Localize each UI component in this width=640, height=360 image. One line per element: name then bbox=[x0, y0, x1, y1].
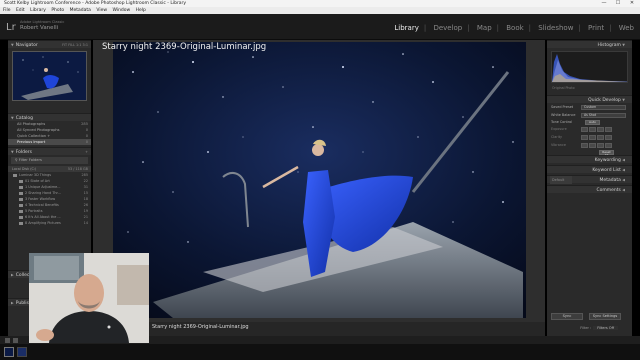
reset-all-button[interactable]: Reset All bbox=[599, 149, 614, 157]
filter-control[interactable]: Filter : Filters Off bbox=[580, 326, 618, 330]
clarity-row: Clarity bbox=[547, 133, 632, 141]
module-book[interactable]: Book bbox=[506, 24, 523, 32]
exposure-stepper[interactable] bbox=[581, 126, 626, 132]
quick-develop-header[interactable]: Quick Develop ▼ bbox=[547, 95, 632, 103]
saved-preset-select[interactable]: Custom bbox=[581, 104, 626, 110]
main-photo[interactable] bbox=[113, 42, 526, 318]
filter-folders-field[interactable]: ⚲ Filter Folders bbox=[11, 157, 88, 164]
menu-help[interactable]: Help bbox=[136, 8, 146, 13]
presenter-video-image bbox=[29, 253, 149, 343]
expand-triangle-icon: ▶ bbox=[11, 301, 14, 305]
navigator-header[interactable]: ▼ Navigator FIT FILL 1:1 3:1 bbox=[8, 40, 91, 48]
loupe-view-icon[interactable] bbox=[13, 337, 18, 343]
menu-view[interactable]: View bbox=[96, 8, 107, 13]
menu-file[interactable]: File bbox=[3, 8, 11, 13]
histogram-header[interactable]: Histogram ▼ bbox=[547, 40, 632, 48]
module-library[interactable]: Library bbox=[394, 24, 418, 32]
sync-button[interactable]: Sync bbox=[551, 313, 583, 320]
menu-window[interactable]: Window bbox=[112, 8, 130, 13]
module-develop[interactable]: Develop bbox=[433, 24, 462, 32]
navigator-thumbnail-image bbox=[13, 52, 86, 100]
folder-icon bbox=[19, 209, 23, 213]
module-print[interactable]: Print bbox=[588, 24, 604, 32]
identity-name: Robert Vanelli bbox=[20, 25, 59, 31]
photo-filename-overlay: Starry night 2369-Original-Luminar.jpg bbox=[102, 42, 267, 52]
search-icon: ⚲ bbox=[15, 158, 18, 162]
menu-photo[interactable]: Photo bbox=[51, 8, 64, 13]
white-balance-select[interactable]: As Shot bbox=[581, 112, 626, 118]
module-slideshow[interactable]: Slideshow bbox=[538, 24, 573, 32]
folder-item[interactable]: 8 Amplifying Pictures 14 bbox=[8, 220, 91, 226]
histogram-title: Histogram bbox=[597, 43, 621, 48]
catalog-item-selected[interactable]: Previous Import 0 bbox=[8, 139, 91, 145]
right-panel: Histogram ▼ Original Photo Quick Develop… bbox=[547, 40, 632, 336]
vibrance-stepper[interactable] bbox=[581, 142, 626, 148]
clarity-stepper[interactable] bbox=[581, 134, 626, 140]
filmstrip-thumbnail[interactable] bbox=[4, 347, 14, 357]
webcam-overlay bbox=[29, 253, 149, 343]
identity-plate: Lr Adobe Lightroom Classic Robert Vanell… bbox=[0, 14, 640, 40]
collapse-triangle-icon: ▼ bbox=[11, 116, 14, 120]
navigator-preview[interactable] bbox=[12, 51, 87, 101]
folder-icon bbox=[19, 221, 23, 225]
menu-metadata[interactable]: Metadata bbox=[70, 8, 91, 13]
sync-settings-button[interactable]: Sync Settings bbox=[589, 313, 621, 320]
keywording-header[interactable]: Keywording ◀ bbox=[547, 155, 632, 163]
folders-title: Folders bbox=[15, 150, 32, 155]
metadata-header[interactable]: Default Metadata ◀ bbox=[547, 175, 632, 184]
exposure-row: Exposure bbox=[547, 125, 632, 133]
folders-header[interactable]: ▼ Folders + bbox=[8, 147, 91, 155]
saved-preset-row: Saved Preset Custom bbox=[547, 103, 632, 111]
metadata-preset-select[interactable]: Default bbox=[550, 176, 573, 184]
folder-icon bbox=[19, 179, 23, 183]
expand-triangle-icon: ◀ bbox=[622, 158, 625, 162]
histogram-graph bbox=[551, 51, 628, 83]
module-map[interactable]: Map bbox=[477, 24, 492, 32]
folder-icon bbox=[19, 191, 23, 195]
add-folder-icon[interactable]: + bbox=[85, 148, 88, 156]
grid-view-icon[interactable] bbox=[5, 337, 10, 343]
window-titlebar: Scott Kelby Lightroom Conference - Adobe… bbox=[0, 0, 640, 7]
folder-icon bbox=[19, 197, 23, 201]
menu-bar: File Edit Library Photo Metadata View Wi… bbox=[0, 7, 640, 14]
module-web[interactable]: Web bbox=[619, 24, 634, 32]
navigator-zoom-options[interactable]: FIT FILL 1:1 3:1 bbox=[62, 41, 88, 49]
folder-icon bbox=[19, 203, 23, 207]
auto-tone-button[interactable]: Auto bbox=[585, 119, 600, 125]
minimize-icon[interactable]: — bbox=[597, 0, 611, 7]
histogram-chart bbox=[552, 54, 627, 82]
menu-edit[interactable]: Edit bbox=[16, 8, 25, 13]
starry-night-image bbox=[113, 42, 526, 318]
expand-triangle-icon: ◀ bbox=[622, 178, 625, 182]
catalog-header[interactable]: ▼ Catalog bbox=[8, 113, 91, 121]
folder-icon bbox=[13, 173, 17, 177]
menu-library[interactable]: Library bbox=[30, 8, 46, 13]
comments-header[interactable]: Comments ◀ bbox=[547, 185, 632, 193]
expand-triangle-icon: ◀ bbox=[622, 168, 625, 172]
expand-triangle-icon: ▶ bbox=[11, 273, 14, 277]
lightroom-logo: Lr bbox=[6, 22, 16, 33]
folder-icon bbox=[19, 215, 23, 219]
expand-triangle-icon: ◀ bbox=[622, 188, 625, 192]
folder-icon bbox=[19, 185, 23, 189]
toolbar-filename[interactable]: Starry night 2369-Original-Luminar.jpg bbox=[152, 324, 249, 330]
filter-folders-label: Filter Folders bbox=[18, 158, 42, 162]
window-title: Scott Kelby Lightroom Conference - Adobe… bbox=[4, 1, 187, 6]
histogram-label: Original Photo bbox=[552, 86, 575, 90]
collapse-triangle-icon: ▼ bbox=[11, 43, 14, 47]
close-icon[interactable]: ✕ bbox=[625, 0, 639, 7]
filmstrip bbox=[0, 344, 640, 360]
collapse-triangle-icon: ▼ bbox=[622, 43, 625, 47]
white-balance-row: White Balance As Shot bbox=[547, 111, 632, 119]
identity-subtitle: Adobe Lightroom Classic bbox=[20, 20, 65, 24]
collapse-triangle-icon: ▼ bbox=[622, 98, 625, 102]
vibrance-row: Vibrance bbox=[547, 141, 632, 149]
maximize-icon[interactable]: ☐ bbox=[611, 0, 625, 7]
keyword-list-header[interactable]: Keyword List ◀ bbox=[547, 165, 632, 173]
collapse-triangle-icon: ▼ bbox=[11, 150, 14, 154]
module-picker: Library | Develop | Map | Book | Slideshow | … bbox=[394, 24, 634, 32]
navigator-title: Navigator bbox=[15, 43, 38, 48]
filmstrip-thumbnail[interactable] bbox=[17, 347, 27, 357]
